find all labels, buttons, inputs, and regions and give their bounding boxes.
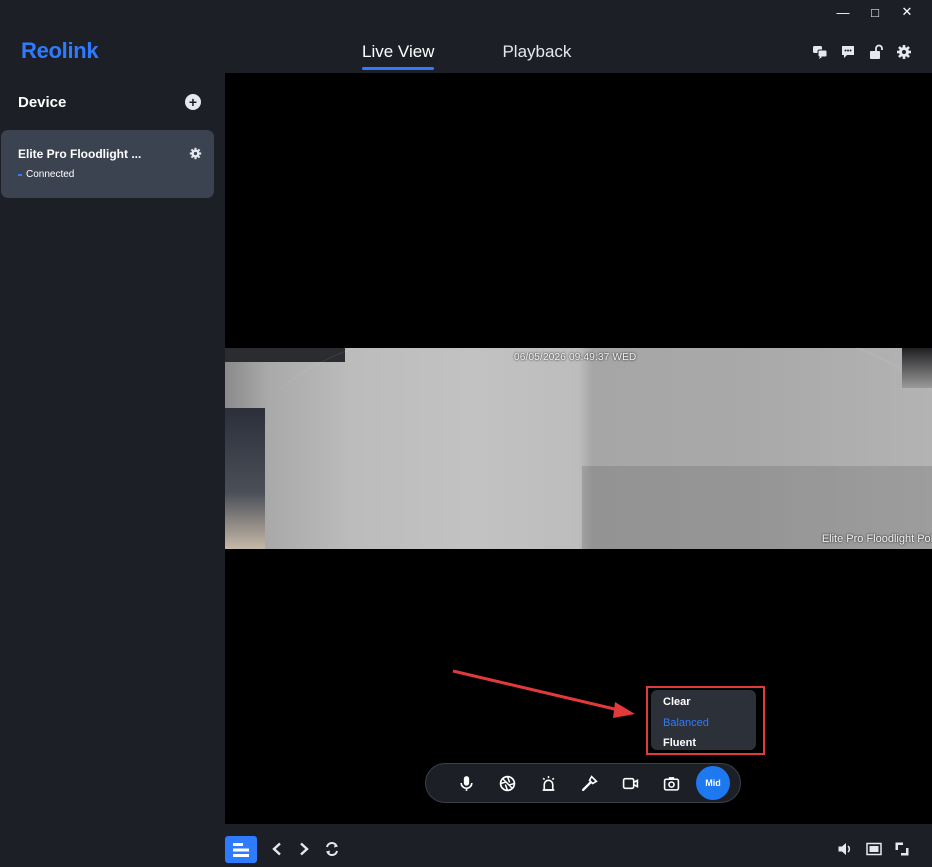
settings-gear-icon[interactable]: [896, 44, 912, 60]
device-card[interactable]: Elite Pro Floodlight ... Connected: [1, 130, 214, 198]
previous-page-button[interactable]: [269, 841, 285, 857]
flashlight-icon: [581, 774, 598, 791]
minimize-button[interactable]: —: [832, 2, 854, 22]
siren-button[interactable]: [528, 763, 569, 803]
layout-list-button[interactable]: [225, 836, 257, 863]
aspect-ratio-button[interactable]: [866, 841, 882, 857]
fullscreen-icon: [895, 842, 909, 856]
layout-icon: [233, 842, 249, 857]
video-camera-label: Elite Pro Floodlight PoE: [821, 533, 932, 545]
snapshot-icon: [663, 776, 680, 791]
live-toolbar: Mid: [425, 763, 741, 803]
chevron-right-icon: [300, 842, 309, 856]
snapshot-button[interactable]: [651, 763, 692, 803]
quality-option-balanced[interactable]: Balanced: [663, 713, 756, 734]
video-scene-right-edge: [902, 348, 932, 388]
siren-icon: [542, 775, 555, 791]
stream-quality-button[interactable]: Mid: [696, 766, 730, 800]
device-name: Elite Pro Floodlight ...: [18, 147, 142, 161]
refresh-button[interactable]: [324, 841, 340, 857]
quality-option-clear[interactable]: Clear: [663, 692, 756, 713]
maximize-button[interactable]: □: [864, 2, 886, 22]
aperture-icon: [499, 775, 516, 791]
volume-button[interactable]: [837, 841, 853, 857]
tab-live-view[interactable]: Live View: [362, 42, 435, 70]
speaker-icon: [838, 843, 851, 855]
chat-icon[interactable]: [840, 44, 856, 60]
window-controls: — □ ✕: [832, 2, 918, 22]
chevron-left-icon: [272, 842, 281, 856]
header-bar: — □ ✕ Reolink Live View Playback: [0, 0, 932, 73]
video-timestamp: 06/05/2026 09:49:37 WED: [514, 352, 637, 363]
status-indicator: [18, 173, 22, 176]
device-sidebar: Device + Elite Pro Floodlight ... Connec…: [0, 73, 225, 867]
camera-video-feed[interactable]: 06/05/2026 09:49:37 WED Elite Pro Floodl…: [225, 348, 932, 549]
talk-button[interactable]: [446, 763, 487, 803]
video-scene-left-equipment: [225, 408, 265, 549]
microphone-icon: [460, 775, 473, 791]
refresh-icon: [326, 841, 338, 857]
live-view-panel[interactable]: 06/05/2026 09:49:37 WED Elite Pro Floodl…: [225, 73, 932, 824]
main-tabs: Live View Playback: [362, 42, 571, 70]
sidebar-title: Device: [18, 94, 67, 111]
next-page-button[interactable]: [296, 841, 312, 857]
reolink-app: — □ ✕ Reolink Live View Playback Device …: [0, 0, 932, 867]
close-button[interactable]: ✕: [896, 2, 918, 22]
unlock-icon[interactable]: [868, 44, 884, 60]
fullscreen-button[interactable]: [894, 841, 910, 857]
screen-icon: [866, 842, 882, 856]
plus-icon: +: [188, 93, 198, 110]
record-button[interactable]: [610, 763, 651, 803]
floodlight-button[interactable]: [569, 763, 610, 803]
record-icon: [622, 777, 639, 789]
device-settings-gear-icon[interactable]: [189, 147, 202, 160]
add-device-button[interactable]: +: [185, 94, 201, 110]
stream-quality-menu: Clear Balanced Fluent: [651, 690, 756, 750]
quality-option-fluent[interactable]: Fluent: [663, 733, 756, 754]
device-status-text: Connected: [26, 169, 75, 180]
reolink-logo: Reolink: [21, 38, 99, 63]
message-translate-icon[interactable]: [812, 44, 828, 60]
device-status: Connected: [18, 169, 74, 180]
bottom-bar: [225, 824, 932, 867]
header-icons: [812, 44, 912, 60]
aperture-button[interactable]: [487, 763, 528, 803]
tab-playback[interactable]: Playback: [502, 42, 571, 68]
